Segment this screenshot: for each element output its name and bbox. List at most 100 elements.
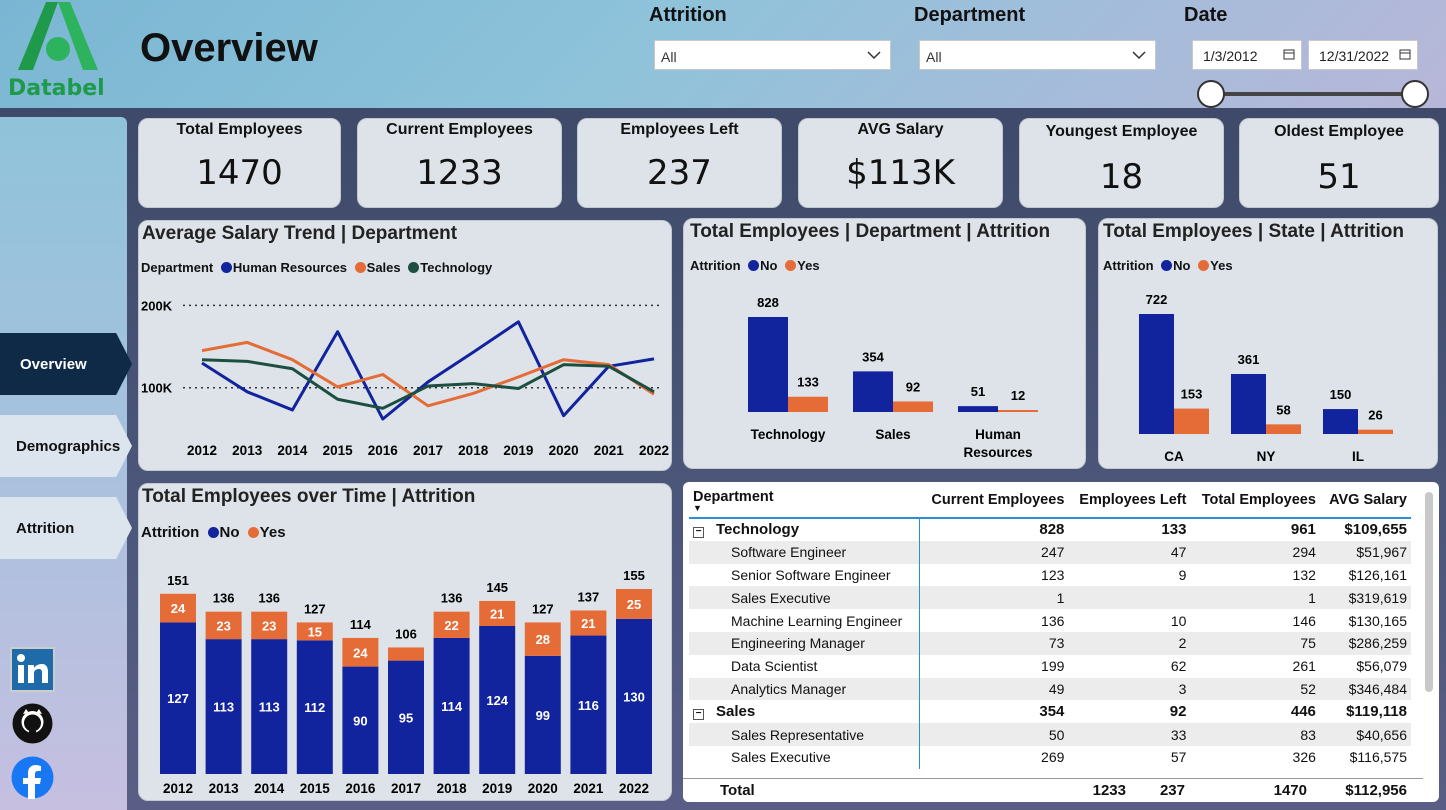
data-label: 90 (353, 713, 367, 728)
total-label: 145 (486, 580, 508, 595)
kpi-title: AVG Salary (857, 121, 944, 138)
x-tick-label: 2012 (187, 443, 217, 458)
calendar-icon[interactable] (1399, 48, 1411, 60)
date-range-slider-track[interactable] (1210, 92, 1415, 96)
table-row[interactable]: Software Engineer 247 47 294 $51,967 (689, 540, 1411, 564)
table-group-row[interactable]: − Technology 828 133 961 $109,655 (689, 518, 1411, 541)
bar-yes (893, 401, 933, 412)
table-cell: 446 (1290, 703, 1316, 721)
total-label: 136 (213, 591, 235, 606)
table-row[interactable]: Data Scientist 199 62 261 $56,079 (689, 654, 1411, 678)
category-label: IL (1352, 449, 1364, 464)
linkedin-icon[interactable] (10, 647, 55, 692)
column-header-avg-salary[interactable]: AVG Salary (1319, 482, 1411, 519)
bar-yes (998, 410, 1038, 412)
date-range-start-handle[interactable] (1197, 80, 1225, 108)
data-label: 21 (581, 616, 595, 631)
kpi-value: 237 (647, 153, 712, 193)
nav-demographics-button[interactable]: Demographics (0, 415, 132, 477)
facebook-icon[interactable] (10, 755, 55, 800)
nav-attrition-button[interactable]: Attrition (0, 497, 132, 559)
x-tick-label: 2019 (482, 781, 512, 796)
table-cell: 199 (1041, 658, 1065, 675)
table-cell: Data Scientist (689, 654, 920, 678)
attrition-select[interactable]: All (654, 40, 891, 70)
table-row[interactable]: Senior Software Engineer 123 9 132 $126,161 (689, 563, 1411, 587)
table-cell: 83 (1190, 723, 1320, 746)
kpi-title: Total Employees (176, 121, 303, 138)
x-tick-label: 2020 (549, 443, 579, 458)
data-label: 23 (262, 618, 276, 633)
x-tick-label: 2022 (639, 443, 669, 458)
kpi-title: Youngest Employee (1045, 123, 1198, 140)
table-cell: Sales Representative (689, 723, 920, 746)
table-cell: $130,165 (1348, 612, 1407, 629)
table-cell: 961 (1290, 521, 1316, 539)
table-cell: 136 (1041, 612, 1065, 629)
total-label: 136 (258, 591, 280, 606)
column-header-current-employees[interactable]: Current Employees (919, 482, 1069, 519)
table-cell: 1 (1190, 586, 1320, 610)
table-cell: 326 (1292, 749, 1316, 766)
table-group-row[interactable]: − Sales 354 92 446 $119,118 (689, 700, 1411, 724)
table-cell: $109,655 (1344, 521, 1407, 539)
github-icon[interactable] (10, 701, 55, 746)
x-tick-label: 2017 (413, 443, 443, 458)
date-end-input[interactable]: 12/31/2022 (1308, 40, 1418, 70)
attrition-select-value: All (661, 49, 677, 65)
bar-no (1231, 374, 1266, 434)
table-cell: $319,619 (1319, 586, 1411, 610)
data-label: 25 (627, 597, 641, 612)
salary-trend-chart-card: Average Salary Trend | Department Depart… (138, 220, 672, 471)
x-tick-label: 2014 (277, 443, 308, 458)
bar-no (1323, 409, 1358, 434)
total-label: 136 (441, 591, 463, 606)
calendar-icon[interactable] (1283, 48, 1295, 60)
table-row[interactable]: Analytics Manager 49 3 52 $346,484 (689, 677, 1411, 701)
table-row[interactable]: Sales Representative 50 33 83 $40,656 (689, 723, 1411, 746)
table-scrollbar[interactable] (1425, 492, 1433, 692)
y-tick-label: 200K (141, 298, 173, 313)
column-header-employees-left[interactable]: Employees Left (1068, 482, 1191, 519)
table-row[interactable]: Sales Executive 269 57 326 $116,575 (689, 745, 1411, 769)
data-label: 51 (971, 384, 985, 399)
salary-trend-line-chart: 200K 100K 2012 2013 2014 2015 2016 2017 2018 2019… (141, 298, 669, 458)
data-label: 112 (304, 700, 325, 715)
column-header-total-employees[interactable]: Total Employees (1190, 482, 1320, 519)
data-label: 150 (1330, 387, 1352, 402)
department-select[interactable]: All (919, 40, 1156, 70)
series-line-1 (201, 340, 655, 408)
employees-over-time-stacked-chart: 127 24 151 2012 113 23 136 2013 113 23 136 2014 112 1… (160, 568, 652, 796)
kpi-card-current-employees: Current Employees 1233 (357, 118, 562, 208)
collapse-icon[interactable]: − (693, 709, 704, 721)
data-label: 23 (216, 618, 230, 633)
kpi-card-youngest-employee: Youngest Employee 18 (1019, 118, 1224, 208)
date-range-end-handle[interactable] (1401, 80, 1429, 108)
table-cell: 75 (1190, 631, 1320, 655)
bar-no (748, 317, 788, 412)
x-tick-label: 2016 (345, 781, 376, 796)
department-filter-label: Department (914, 4, 1026, 26)
data-label: 113 (213, 700, 234, 715)
table-cell: 132 (1292, 566, 1316, 583)
y-tick-label: 100K (141, 381, 173, 396)
table-cell: $116,575 (1349, 749, 1407, 766)
table-cell: 47 (1068, 540, 1191, 564)
kpi-title: Current Employees (386, 121, 533, 138)
nav-overview-button[interactable]: Overview (0, 333, 132, 395)
table-row[interactable]: Engineering Manager 73 2 75 $286,259 (689, 631, 1411, 655)
column-header-department[interactable]: Department ▼ (689, 482, 919, 519)
department-select-value: All (926, 49, 942, 65)
total-avg-salary: $112,956 (1345, 782, 1407, 799)
data-label: 114 (441, 699, 463, 714)
collapse-icon[interactable]: − (693, 527, 704, 539)
table-row[interactable]: Sales Executive 1 1 $319,619 (689, 586, 1411, 610)
table-cell: $51,967 (1319, 540, 1411, 564)
total-label: 151 (167, 573, 189, 588)
table-cell: Sales Executive (689, 586, 920, 610)
data-label: 828 (757, 295, 779, 310)
table-row[interactable]: Machine Learning Engineer 136 10 146 $130,16… (689, 609, 1411, 632)
date-start-input[interactable]: 1/3/2012 (1192, 40, 1302, 70)
total-label: 137 (578, 589, 600, 604)
category-label: NY (1257, 449, 1276, 464)
